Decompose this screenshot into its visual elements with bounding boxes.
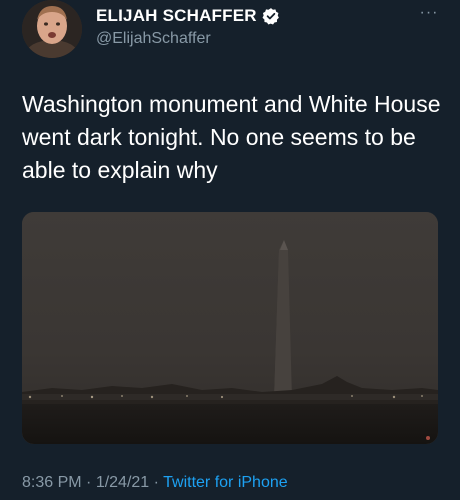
tweet-source-link[interactable]: Twitter for iPhone (163, 474, 288, 491)
user-avatar-icon (22, 0, 82, 58)
tweet-text: Washington monument and White House went… (22, 91, 441, 183)
display-name[interactable]: ELIJAH SCHAFFER (96, 6, 257, 26)
photo-washington-monument-night (22, 212, 438, 444)
meta-separator-2: · (149, 474, 164, 491)
avatar[interactable] (22, 0, 82, 58)
tweet-meta: 8:36 PM · 1/24/21 · Twitter for iPhone (22, 474, 288, 492)
verified-badge-icon (262, 7, 280, 25)
tweet-time[interactable]: 8:36 PM (22, 474, 82, 491)
meta-separator: · (81, 474, 96, 491)
user-handle[interactable]: @ElijahSchaffer (96, 30, 211, 48)
tweet-card: ELIJAH SCHAFFER @ElijahSchaffer ··· Wash… (0, 0, 460, 500)
tweet-media-photo[interactable] (22, 212, 438, 444)
tweet-date[interactable]: 1/24/21 (96, 474, 149, 491)
name-row: ELIJAH SCHAFFER (96, 6, 280, 26)
more-horizontal-icon[interactable]: ··· (418, 4, 440, 21)
